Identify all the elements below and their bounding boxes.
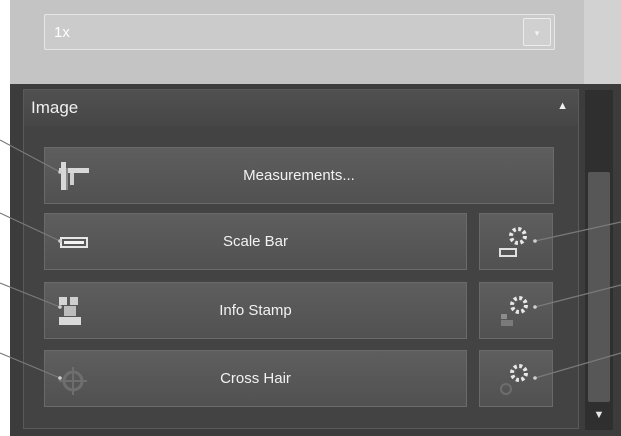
callout-line-scale-bar-settings xyxy=(534,221,621,242)
callout-line-measurements xyxy=(0,139,61,173)
callout-line-info-stamp-settings xyxy=(534,284,621,308)
callout-line-scale-bar xyxy=(0,212,61,242)
callout-line-info-stamp xyxy=(0,282,61,308)
callout-lines xyxy=(0,139,621,380)
callout-line-cross-hair xyxy=(0,352,61,379)
callout-line-cross-hair-settings xyxy=(534,352,621,379)
